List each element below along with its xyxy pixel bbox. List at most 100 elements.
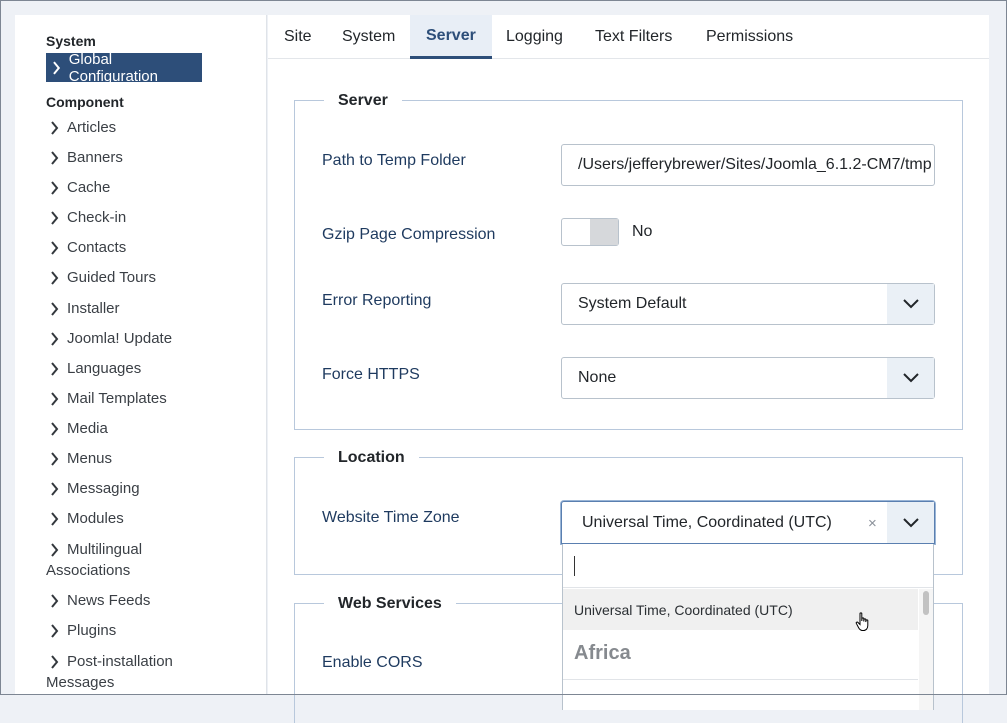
sidebar-item-media[interactable]: Media: [50, 420, 108, 437]
select-value: Universal Time, Coordinated (UTC): [582, 514, 832, 531]
sidebar-item-banners[interactable]: Banners: [50, 149, 123, 166]
sidebar-item-label-line2: Associations: [46, 562, 131, 579]
sidebar-item-cache[interactable]: Cache: [50, 179, 110, 196]
gzip-toggle[interactable]: [561, 218, 619, 246]
sidebar-item-label: Contacts: [67, 239, 127, 256]
sidebar-item-label: Global Configuration: [68, 50, 158, 85]
tab-server[interactable]: Server: [410, 15, 492, 59]
sidebar-item-label: Mail Templates: [67, 390, 167, 407]
chevron-right-icon: [51, 361, 59, 376]
sidebar-item-label: Check-in: [67, 209, 127, 226]
chevron-right-icon: [51, 593, 59, 608]
tab-bar: Site System Server Logging Text Filters …: [268, 15, 989, 59]
sidebar-item-contacts[interactable]: Contacts: [50, 239, 126, 256]
sidebar-item-label: Media: [67, 420, 108, 437]
sidebar-item-label: Multilingual: [67, 541, 143, 558]
location-legend: Location: [324, 449, 419, 467]
temp-folder-input[interactable]: /Users/jefferybrewer/Sites/Joomla_6.1.2-…: [561, 144, 935, 186]
sidebar-heading-system: System: [46, 33, 96, 49]
sidebar-item-articles[interactable]: Articles: [50, 119, 116, 136]
tab-logging[interactable]: Logging: [490, 15, 579, 59]
sidebar-item-global-configuration[interactable]: Global Configuration: [46, 50, 202, 85]
tab-permissions[interactable]: Permissions: [690, 15, 809, 59]
sidebar-item-label-line2: Messages: [46, 674, 115, 691]
sidebar-item-mail-templates[interactable]: Mail Templates: [50, 390, 167, 407]
error-reporting-label: Error Reporting: [322, 292, 432, 309]
sidebar-item-label: Installer: [67, 300, 120, 317]
clear-icon[interactable]: ×: [868, 515, 877, 532]
sidebar-item-label: Menus: [67, 450, 113, 467]
sidebar-item-plugins[interactable]: Plugins: [50, 622, 116, 639]
server-legend: Server: [324, 92, 402, 110]
tab-site[interactable]: Site: [268, 15, 328, 59]
chevron-right-icon: [51, 654, 59, 669]
gzip-label: Gzip Page Compression: [322, 226, 496, 243]
sidebar: System Global Configuration Component Ar…: [15, 15, 267, 695]
sidebar-item-joomla-update[interactable]: Joomla! Update: [50, 330, 172, 347]
time-zone-label: Website Time Zone: [322, 509, 460, 526]
chevron-right-icon: [51, 150, 59, 165]
sidebar-item-check-in[interactable]: Check-in: [50, 209, 126, 226]
chevron-down-icon: [887, 284, 934, 324]
sidebar-item-guided-tours[interactable]: Guided Tours: [50, 269, 156, 286]
tab-text-filters[interactable]: Text Filters: [579, 15, 688, 59]
sidebar-item-menus[interactable]: Menus: [50, 450, 112, 467]
tab-system[interactable]: System: [326, 15, 411, 59]
sidebar-item-label: Plugins: [67, 622, 117, 639]
dropdown-scrollbar[interactable]: [919, 589, 933, 710]
text-cursor: [574, 556, 575, 576]
dropdown-divider: [563, 679, 918, 680]
enable-cors-label: Enable CORS: [322, 654, 423, 671]
sidebar-item-installer[interactable]: Installer: [50, 300, 120, 317]
scrollbar-thumb[interactable]: [923, 591, 929, 615]
chevron-down-icon[interactable]: [887, 502, 934, 543]
chevron-right-icon: [51, 542, 59, 557]
sidebar-item-label: Articles: [67, 119, 117, 136]
toggle-knob: [590, 219, 618, 245]
chevron-right-icon: [51, 180, 59, 195]
chevron-right-icon: [51, 481, 59, 496]
chevron-down-icon: [887, 358, 934, 398]
gzip-toggle-label: No: [632, 223, 653, 240]
sidebar-item-modules[interactable]: Modules: [50, 510, 124, 527]
chevron-right-icon: [53, 61, 61, 74]
sidebar-item-post-installation-messages[interactable]: Post-installation Messages: [46, 651, 173, 693]
sidebar-heading-component: Component: [46, 94, 124, 110]
chevron-right-icon: [51, 421, 59, 436]
chevron-right-icon: [51, 240, 59, 255]
sidebar-item-label: Post-installation: [67, 653, 173, 670]
sidebar-item-label: Banners: [67, 149, 123, 166]
web-services-legend: Web Services: [324, 595, 456, 613]
error-reporting-select[interactable]: System Default: [561, 283, 935, 325]
sidebar-item-news-feeds[interactable]: News Feeds: [50, 592, 150, 609]
chevron-right-icon: [51, 623, 59, 638]
select-value: None: [578, 369, 617, 386]
sidebar-item-messaging[interactable]: Messaging: [50, 480, 140, 497]
chevron-right-icon: [51, 511, 59, 526]
hand-pointer-icon: [855, 612, 869, 631]
sidebar-item-multilingual-associations[interactable]: Multilingual Associations: [46, 539, 143, 581]
chevron-right-icon: [51, 270, 59, 285]
sidebar-item-label: Messaging: [67, 480, 140, 497]
chevron-right-icon: [51, 210, 59, 225]
chevron-right-icon: [51, 331, 59, 346]
chevron-right-icon: [51, 120, 59, 135]
dropdown-search-input[interactable]: [563, 544, 933, 588]
sidebar-item-languages[interactable]: Languages: [50, 360, 141, 377]
force-https-select[interactable]: None: [561, 357, 935, 399]
sidebar-item-label: Guided Tours: [67, 269, 156, 286]
sidebar-item-label: Modules: [67, 510, 124, 527]
dropdown-group-heading: Africa: [574, 642, 631, 664]
force-https-label: Force HTTPS: [322, 366, 420, 383]
sidebar-item-label: Joomla! Update: [67, 330, 173, 347]
select-value: System Default: [578, 295, 687, 312]
main-content: Site System Server Logging Text Filters …: [268, 15, 989, 723]
time-zone-select[interactable]: Universal Time, Coordinated (UTC) ×: [561, 501, 935, 544]
chevron-right-icon: [51, 451, 59, 466]
chevron-right-icon: [51, 301, 59, 316]
chevron-right-icon: [51, 391, 59, 406]
temp-folder-label: Path to Temp Folder: [322, 152, 466, 169]
time-zone-dropdown: Universal Time, Coordinated (UTC) Africa: [562, 544, 934, 710]
sidebar-item-label: Cache: [67, 179, 111, 196]
sidebar-item-label: News Feeds: [67, 592, 151, 609]
